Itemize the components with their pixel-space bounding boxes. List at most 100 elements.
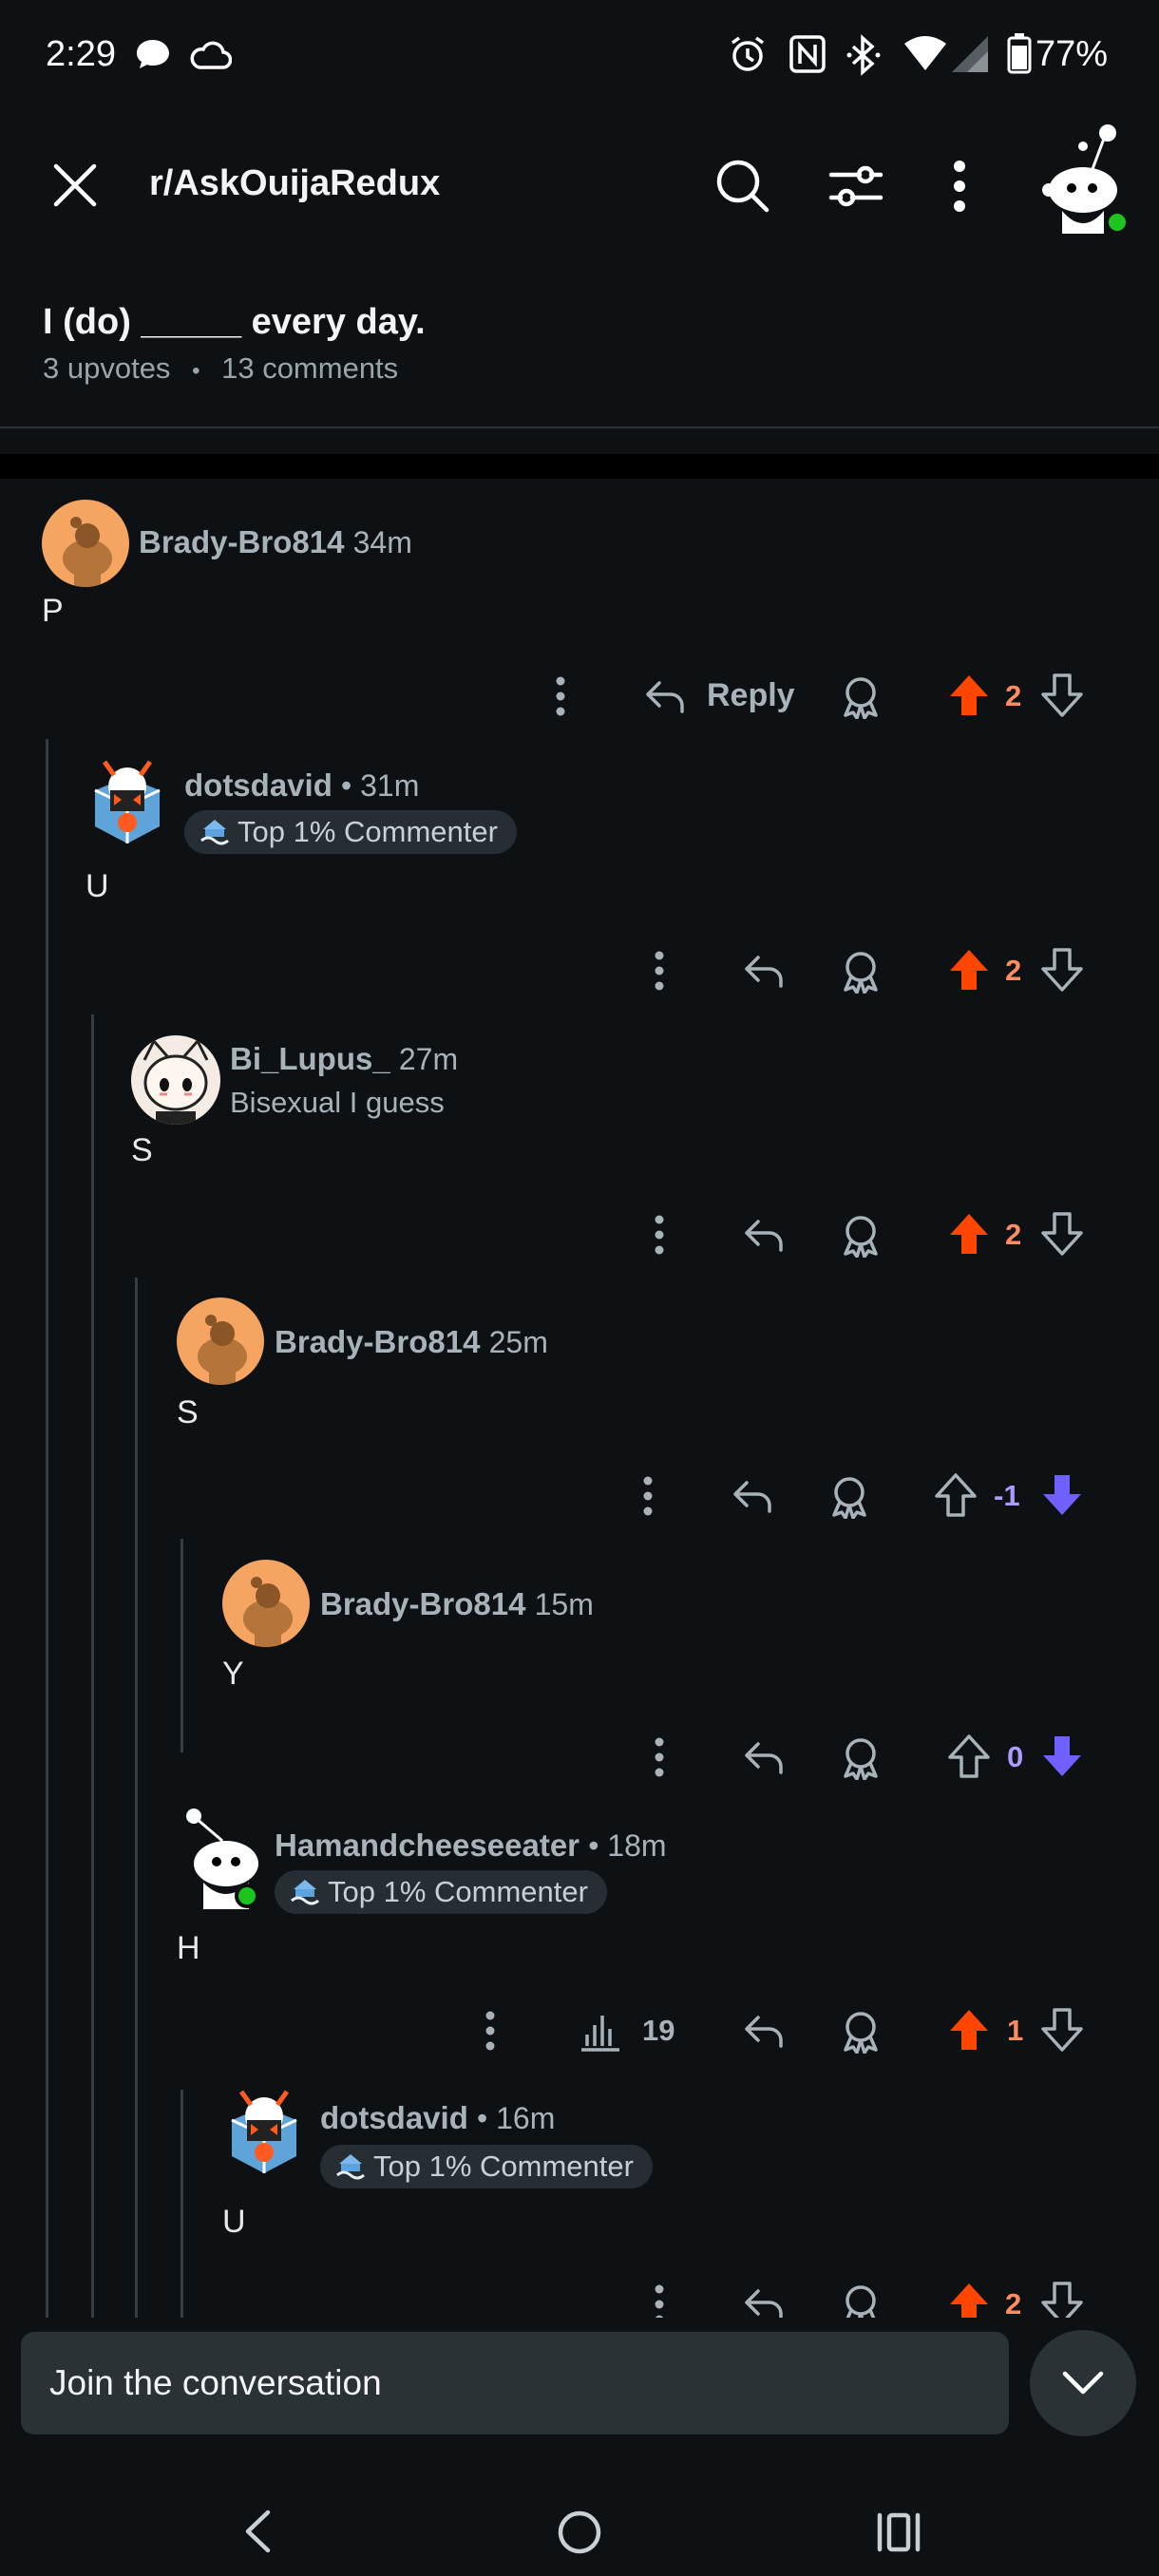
reply-icon[interactable] xyxy=(644,677,686,715)
downvote-icon[interactable] xyxy=(1041,1734,1083,1778)
user-flair: Top 1% Commenter xyxy=(320,2145,653,2188)
section-separator xyxy=(0,454,1159,479)
status-bar: 2:29 77% xyxy=(0,0,1159,114)
comment-author[interactable]: Brady-Bro814 34m xyxy=(139,524,412,560)
vote-count: 2 xyxy=(1005,954,1022,987)
award-icon[interactable] xyxy=(840,2283,882,2318)
award-icon[interactable] xyxy=(840,1214,882,1258)
top-commenter-icon xyxy=(200,818,238,846)
vote-count: 0 xyxy=(1007,1740,1024,1773)
comment-time: 15m xyxy=(534,1587,594,1621)
comment-time: • 31m xyxy=(341,768,420,803)
avatar[interactable] xyxy=(131,1035,220,1125)
avatar[interactable] xyxy=(177,1805,272,1909)
downvote-icon[interactable] xyxy=(1041,1473,1083,1517)
comment-input[interactable]: Join the conversation xyxy=(21,2332,1009,2434)
comment-author[interactable]: Hamandcheeseeater • 18m xyxy=(275,1828,667,1864)
downvote-icon[interactable] xyxy=(1041,948,1083,992)
reply-icon[interactable] xyxy=(743,1216,785,1254)
upvote-icon[interactable] xyxy=(948,2008,990,2052)
downvote-icon[interactable] xyxy=(1041,2282,1083,2318)
collapse-threads-button[interactable] xyxy=(1030,2330,1136,2436)
battery-icon xyxy=(1007,32,1032,74)
thread-line xyxy=(180,2090,183,2318)
more-options-icon[interactable] xyxy=(654,2283,665,2318)
more-options-icon[interactable] xyxy=(555,675,566,717)
more-options-icon[interactable] xyxy=(642,1475,654,1517)
alarm-icon xyxy=(728,34,768,74)
top-commenter-icon xyxy=(335,2152,373,2181)
comment-author[interactable]: Bi_Lupus_ 27m xyxy=(230,1041,458,1077)
back-icon[interactable] xyxy=(243,2510,272,2553)
comment-count: 13 comments xyxy=(221,351,399,385)
comment-author[interactable]: dotsdavid • 31m xyxy=(184,767,419,804)
sort-filter-icon[interactable] xyxy=(828,160,884,213)
avatar[interactable] xyxy=(222,2082,306,2177)
downvote-icon[interactable] xyxy=(1041,1212,1083,1256)
reply-icon[interactable] xyxy=(743,952,785,990)
vote-count: 2 xyxy=(1005,2287,1022,2318)
award-icon[interactable] xyxy=(828,1475,870,1519)
top-commenter-icon xyxy=(290,1878,328,1906)
comment-time: 27m xyxy=(398,1042,459,1076)
comment-body: S xyxy=(131,1132,153,1168)
home-icon[interactable] xyxy=(557,2510,602,2555)
downvote-icon[interactable] xyxy=(1041,673,1083,717)
more-options-icon[interactable] xyxy=(654,1736,665,1778)
award-icon[interactable] xyxy=(840,675,882,719)
battery-percent: 77% xyxy=(1036,34,1109,74)
upvote-count: 3 upvotes xyxy=(43,351,171,385)
upvote-icon[interactable] xyxy=(935,1473,977,1517)
comment-body: P xyxy=(42,593,64,629)
reply-icon[interactable] xyxy=(732,1477,773,1515)
comment-time: • 18m xyxy=(588,1828,667,1863)
status-time: 2:29 xyxy=(46,34,116,74)
search-icon[interactable] xyxy=(714,158,771,215)
comment-author[interactable]: Brady-Bro814 25m xyxy=(275,1324,548,1360)
vote-count: 2 xyxy=(1005,1218,1022,1251)
upvote-icon[interactable] xyxy=(948,1734,990,1778)
vote-count: 2 xyxy=(1005,679,1022,712)
close-icon[interactable] xyxy=(51,161,99,209)
thread-line xyxy=(180,1539,183,1752)
reply-icon[interactable] xyxy=(743,2012,785,2050)
more-options-icon[interactable] xyxy=(654,1214,665,1256)
subreddit-name[interactable]: r/AskOuijaRedux xyxy=(149,163,440,204)
avatar[interactable] xyxy=(42,500,129,587)
comment-actions: Reply 2 xyxy=(542,668,1092,725)
comment-author[interactable]: Brady-Bro814 15m xyxy=(320,1586,594,1622)
meta-separator: • xyxy=(192,358,200,384)
post-title[interactable]: I (do) _____ every day. xyxy=(43,302,426,343)
downvote-icon[interactable] xyxy=(1041,2008,1083,2052)
comment-actions: 0 xyxy=(636,1729,1092,1786)
award-icon[interactable] xyxy=(840,1736,882,1780)
vote-count: 1 xyxy=(1007,2014,1024,2047)
thread-line xyxy=(91,1014,94,2318)
avatar[interactable] xyxy=(177,1297,264,1385)
award-icon[interactable] xyxy=(840,950,882,994)
award-icon[interactable] xyxy=(840,2010,882,2054)
upvote-icon[interactable] xyxy=(948,2282,990,2318)
comment-time: 25m xyxy=(488,1325,548,1359)
comment-time: 34m xyxy=(352,525,412,559)
comment-author[interactable]: dotsdavid • 16m xyxy=(320,2100,555,2136)
more-options-icon[interactable] xyxy=(484,2010,496,2052)
recents-icon[interactable] xyxy=(876,2511,922,2553)
avatar[interactable] xyxy=(222,1560,310,1647)
overflow-menu-icon[interactable] xyxy=(953,160,966,213)
thread-line xyxy=(46,739,48,2318)
user-avatar[interactable] xyxy=(1037,120,1142,234)
reply-icon[interactable] xyxy=(743,1738,785,1776)
reply-button[interactable]: Reply xyxy=(707,677,795,714)
signal-icon xyxy=(950,34,990,74)
view-count: 19 xyxy=(642,2014,675,2047)
more-options-icon[interactable] xyxy=(654,950,665,992)
user-flair: Top 1% Commenter xyxy=(275,1870,607,1914)
upvote-icon[interactable] xyxy=(948,673,990,717)
system-nav-bar xyxy=(0,2462,1159,2576)
upvote-icon[interactable] xyxy=(948,1212,990,1256)
upvote-icon[interactable] xyxy=(948,948,990,992)
avatar[interactable] xyxy=(86,752,169,847)
reply-icon[interactable] xyxy=(743,2285,785,2318)
views-icon[interactable] xyxy=(580,2010,621,2052)
